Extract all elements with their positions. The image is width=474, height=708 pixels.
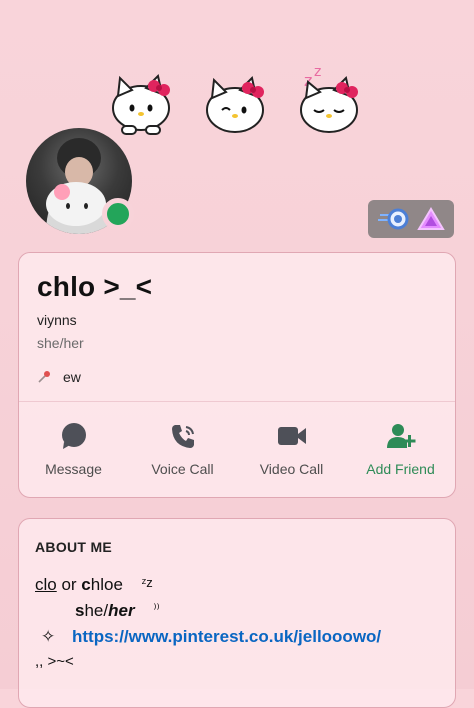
add-friend-label: Add Friend [366, 461, 435, 477]
profile-card: chlo >_< viynns she/her ew Message Voice… [18, 252, 456, 498]
about-me-title: ABOUT ME [35, 539, 113, 555]
hello-kitty-wink-sticker [206, 76, 264, 133]
svg-text:z: z [314, 64, 321, 80]
divider [19, 401, 455, 402]
pronouns: she/her [37, 335, 84, 351]
username[interactable]: viynns [37, 312, 77, 328]
triangle-badge-icon[interactable] [416, 207, 445, 231]
about-me-card: ABOUT ME clo or chloe ᶻz she/her ⁾⁾ ✧ ht… [18, 518, 456, 708]
chat-bubble-icon [61, 423, 86, 449]
voice-call-button[interactable]: Voice Call [133, 421, 233, 481]
about-line-4: ,, >~< [35, 653, 74, 670]
pin-icon [38, 371, 50, 383]
display-name: chlo >_< [37, 271, 153, 302]
about-line-2: she/her ⁾⁾ [75, 601, 160, 620]
video-call-label: Video Call [259, 461, 324, 477]
online-status-icon [102, 198, 134, 230]
about-line-3: ✧ https://www.pinterest.co.uk/jellooowo/ [41, 627, 381, 647]
add-friend-button[interactable]: Add Friend [351, 421, 451, 481]
about-line-1: clo or chloe ᶻz [35, 575, 153, 594]
custom-status-text: ew [63, 369, 81, 385]
message-button[interactable]: Message [24, 421, 124, 481]
custom-status: ew [37, 369, 81, 385]
sparkle-icon: ✧ [41, 627, 56, 646]
video-camera-icon [277, 427, 306, 445]
nitro-boost-icon[interactable] [377, 208, 410, 230]
video-call-button[interactable]: Video Call [242, 421, 342, 481]
voice-call-label: Voice Call [151, 461, 214, 477]
avatar-container[interactable] [26, 128, 134, 234]
hello-kitty-sleeping-sticker: z z [300, 64, 358, 133]
profile-badges [368, 200, 454, 238]
add-friend-icon [386, 424, 415, 448]
message-label: Message [45, 461, 102, 477]
profile-actions: Message Voice Call Video Call Add Friend [19, 421, 455, 481]
phone-icon [171, 425, 194, 448]
banner-decoration: z z [100, 64, 370, 146]
pinterest-link[interactable]: https://www.pinterest.co.uk/jellooowo/ [72, 627, 381, 646]
